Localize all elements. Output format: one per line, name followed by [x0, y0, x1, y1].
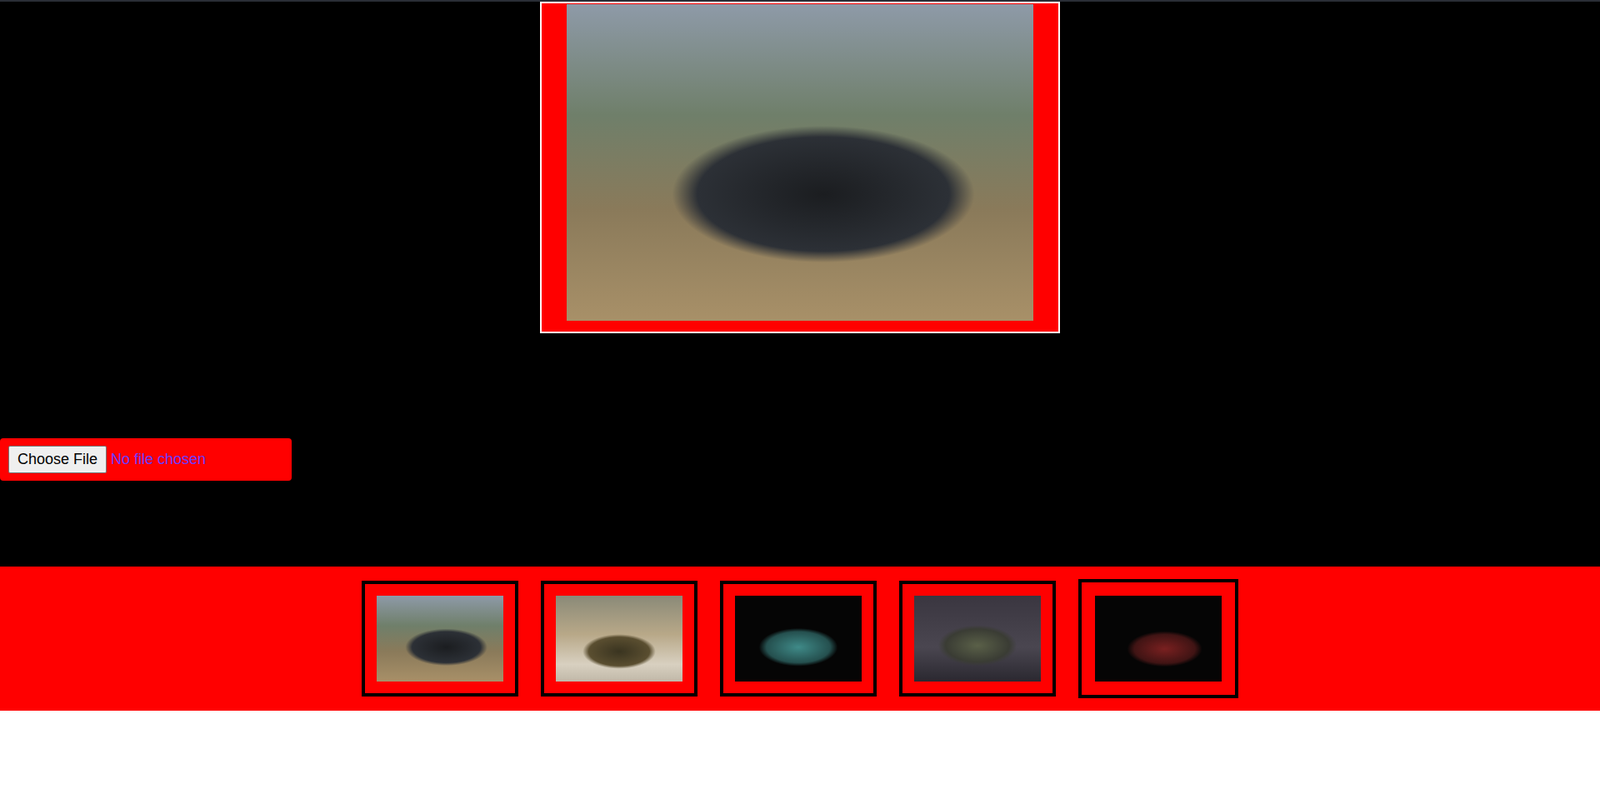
footer-space: [0, 710, 1600, 794]
choose-file-button[interactable]: Choose File: [8, 445, 107, 474]
thumbnail-photo: [914, 595, 1041, 682]
thumbnail[interactable]: [361, 580, 519, 697]
thumbnail-photo: [1095, 595, 1222, 682]
thumbnail[interactable]: [720, 580, 877, 697]
file-status: No file chosen: [110, 450, 206, 469]
thumbnail[interactable]: [1078, 579, 1239, 699]
thumbnail[interactable]: [540, 580, 698, 697]
thumbnail[interactable]: [899, 580, 1056, 697]
thumbnail-strip: [0, 566, 1600, 711]
stage: Choose FileNo file chosen: [0, 0, 1600, 567]
thumbnail-photo: [555, 595, 683, 682]
page: Choose FileNo file chosen: [0, 0, 1600, 794]
preview-frame: [540, 1, 1060, 334]
thumbnail-photo: [376, 595, 504, 682]
thumbnail-photo: [735, 595, 862, 682]
file-upload[interactable]: Choose FileNo file chosen: [0, 438, 292, 481]
preview-photo: [566, 4, 1034, 321]
